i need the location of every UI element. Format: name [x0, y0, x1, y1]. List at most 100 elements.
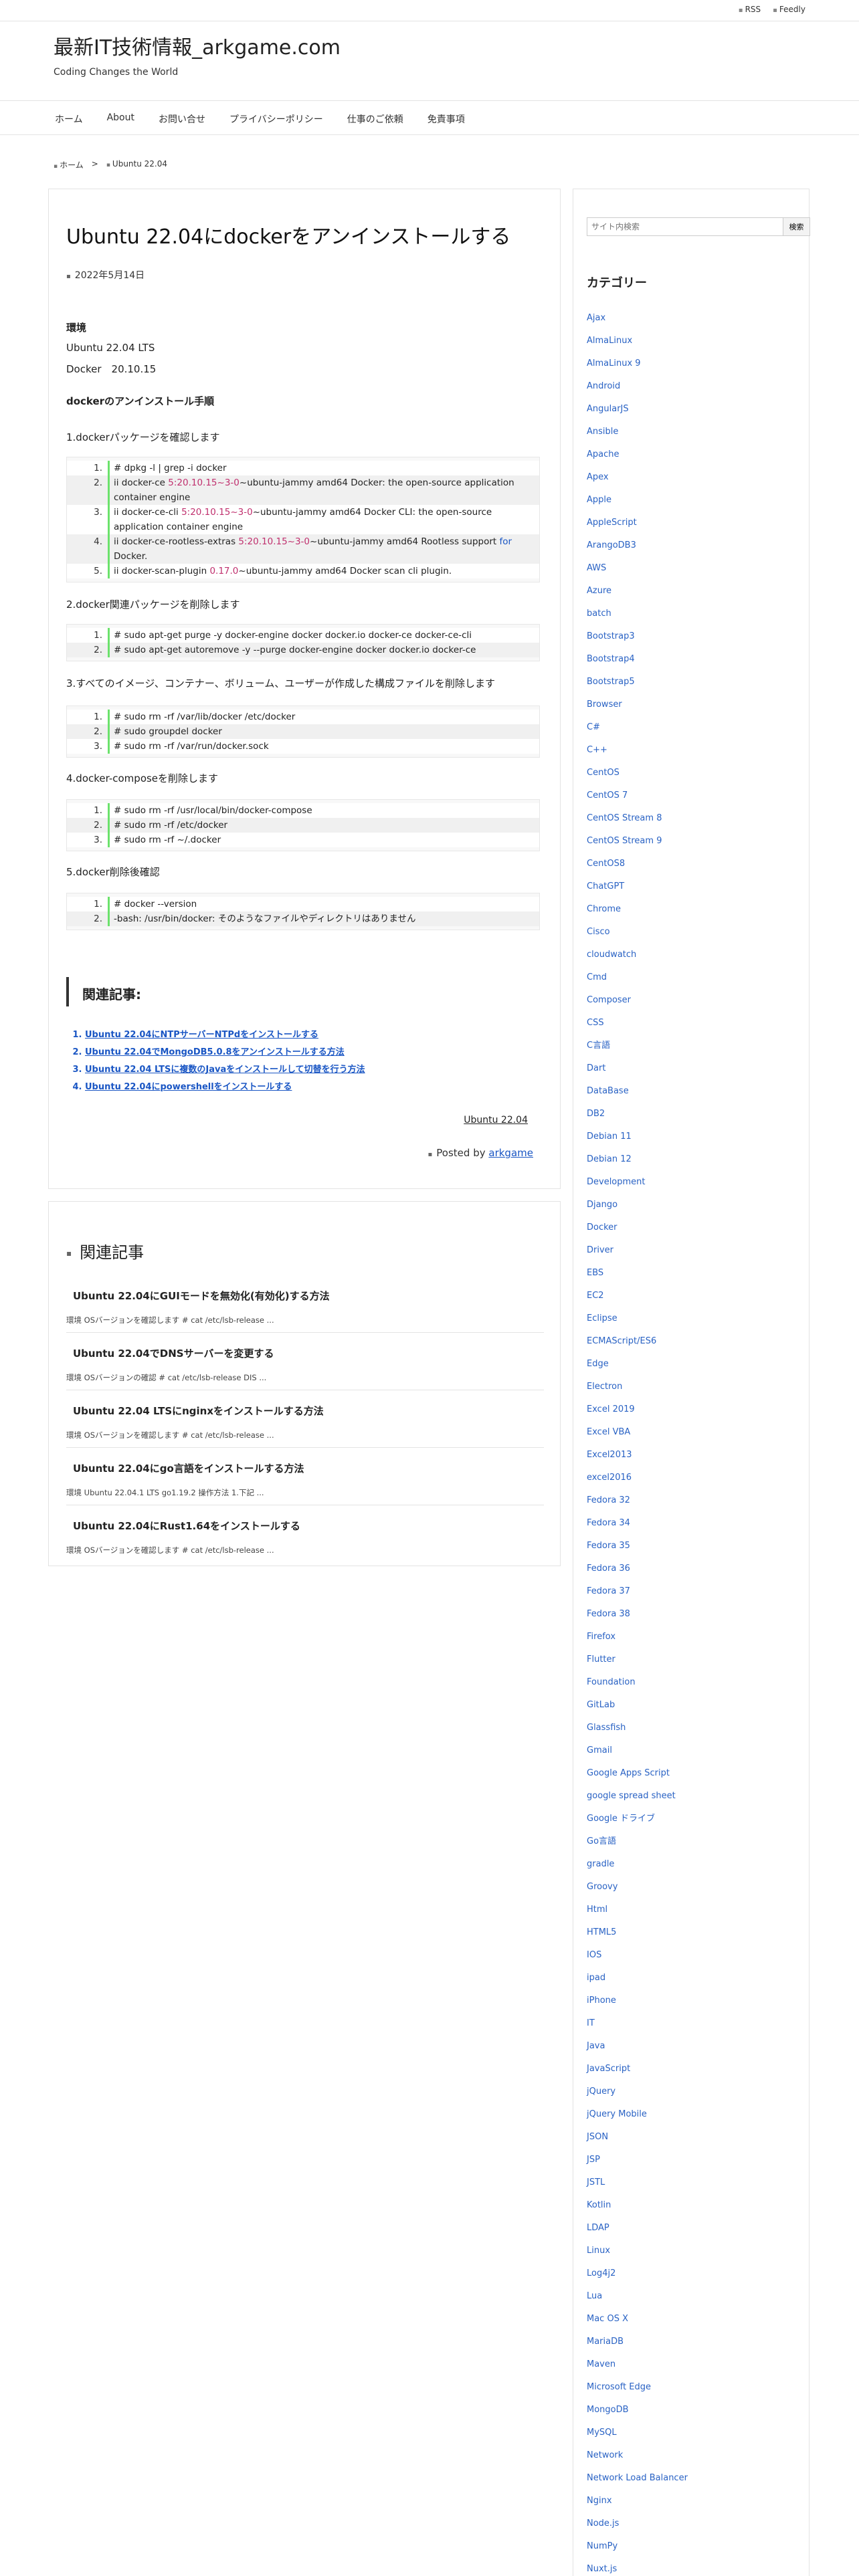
category-link[interactable]: Excel VBA — [587, 1421, 688, 1444]
category-link[interactable]: Fedora 37 — [587, 1580, 688, 1603]
related-post-item[interactable]: Ubuntu 22.04 LTSにnginxをインストールする方法 環境 OSバー… — [66, 1404, 544, 1448]
rss-link[interactable]: ▪ RSS — [739, 5, 761, 14]
nav-privacy[interactable]: プライバシーポリシー — [229, 112, 323, 126]
category-link[interactable]: Firefox — [587, 1626, 688, 1648]
category-link[interactable]: Groovy — [587, 1876, 688, 1899]
category-link[interactable]: Ansible — [587, 421, 688, 443]
category-link[interactable]: excel2016 — [587, 1467, 688, 1489]
category-link[interactable]: batch — [587, 603, 688, 625]
category-link[interactable]: CentOS — [587, 762, 688, 784]
category-link[interactable]: Driver — [587, 1239, 688, 1262]
category-link[interactable]: jQuery Mobile — [587, 2103, 688, 2126]
category-link[interactable]: gradle — [587, 1853, 688, 1876]
site-title[interactable]: 最新IT技術情報_arkgame.com — [54, 31, 341, 60]
nav-contact[interactable]: お問い合せ — [159, 112, 205, 126]
category-link[interactable]: jQuery — [587, 2080, 688, 2103]
category-link[interactable]: Mac OS X — [587, 2308, 688, 2331]
category-link[interactable]: JSON — [587, 2126, 688, 2149]
category-link[interactable]: AngularJS — [587, 398, 688, 421]
category-link[interactable]: Apex — [587, 466, 688, 489]
category-link[interactable]: Excel 2019 — [587, 1398, 688, 1421]
category-link[interactable]: Chrome — [587, 898, 688, 921]
category-link[interactable]: IOS — [587, 1944, 688, 1967]
category-link[interactable]: Glassfish — [587, 1717, 688, 1739]
category-link[interactable]: Browser — [587, 693, 688, 716]
category-link[interactable]: google spread sheet — [587, 1785, 688, 1808]
category-link[interactable]: Docker — [587, 1216, 688, 1239]
category-link[interactable]: Composer — [587, 989, 688, 1012]
category-link[interactable]: Electron — [587, 1376, 688, 1398]
related-link[interactable]: Ubuntu 22.04でMongoDB5.0.8をアンインストールする方法 — [85, 1044, 365, 1061]
category-link[interactable]: Log4j2 — [587, 2262, 688, 2285]
category-link[interactable]: DB2 — [587, 1103, 688, 1125]
category-link[interactable]: AppleScript — [587, 512, 688, 534]
post-tag[interactable]: Ubuntu 22.04 — [464, 1115, 528, 1125]
search-button[interactable]: 検索 — [783, 217, 810, 236]
category-link[interactable]: Android — [587, 375, 688, 398]
category-link[interactable]: ArangoDB3 — [587, 534, 688, 557]
category-link[interactable]: HTML5 — [587, 1921, 688, 1944]
category-link[interactable]: Bootstrap4 — [587, 648, 688, 671]
related-link[interactable]: Ubuntu 22.04にpowershellをインストールする — [85, 1079, 365, 1096]
related-link[interactable]: Ubuntu 22.04 LTSに複数のJavaをインストールして切替を行う方法 — [85, 1061, 365, 1079]
category-link[interactable]: CentOS8 — [587, 853, 688, 875]
category-link[interactable]: Excel2013 — [587, 1444, 688, 1467]
related-post-item[interactable]: Ubuntu 22.04にgo言語をインストールする方法 環境 Ubuntu 22… — [66, 1461, 544, 1505]
category-link[interactable]: ChatGPT — [587, 875, 688, 898]
category-link[interactable]: Flutter — [587, 1648, 688, 1671]
category-link[interactable]: Fedora 32 — [587, 1489, 688, 1512]
search-input[interactable] — [587, 217, 783, 236]
category-link[interactable]: DataBase — [587, 1080, 688, 1103]
category-link[interactable]: Bootstrap5 — [587, 671, 688, 693]
category-link[interactable]: Go言語 — [587, 1830, 688, 1853]
breadcrumb-current[interactable]: ▪ Ubuntu 22.04 — [106, 159, 167, 171]
category-link[interactable]: Network — [587, 2444, 688, 2467]
category-link[interactable]: Debian 12 — [587, 1148, 688, 1171]
category-link[interactable]: Fedora 34 — [587, 1512, 688, 1535]
category-link[interactable]: Apache — [587, 443, 688, 466]
category-link[interactable]: CentOS Stream 8 — [587, 807, 688, 830]
nav-about[interactable]: About — [107, 112, 134, 126]
category-link[interactable]: AlmaLinux 9 — [587, 352, 688, 375]
category-link[interactable]: CentOS 7 — [587, 784, 688, 807]
category-link[interactable]: Debian 11 — [587, 1125, 688, 1148]
category-link[interactable]: JSP — [587, 2149, 688, 2171]
category-link[interactable]: Development — [587, 1171, 688, 1194]
category-link[interactable]: LDAP — [587, 2217, 688, 2240]
category-link[interactable]: CentOS Stream 9 — [587, 830, 688, 853]
category-link[interactable]: Html — [587, 1899, 688, 1921]
category-link[interactable]: Linux — [587, 2240, 688, 2262]
category-link[interactable]: Cmd — [587, 966, 688, 989]
category-link[interactable]: Bootstrap3 — [587, 625, 688, 648]
category-link[interactable]: Network Load Balancer — [587, 2467, 688, 2490]
category-link[interactable]: MySQL — [587, 2422, 688, 2444]
related-post-item[interactable]: Ubuntu 22.04にRust1.64をインストールする 環境 OSバージョン… — [66, 1519, 544, 1562]
category-link[interactable]: Cisco — [587, 921, 688, 944]
nav-disclaimer[interactable]: 免責事項 — [427, 112, 465, 126]
category-link[interactable]: Google Apps Script — [587, 1762, 688, 1785]
category-link[interactable]: Fedora 38 — [587, 1603, 688, 1626]
category-link[interactable]: Java — [587, 2035, 688, 2058]
nav-home[interactable]: ホーム — [55, 112, 83, 126]
category-link[interactable]: cloudwatch — [587, 944, 688, 966]
category-link[interactable]: MariaDB — [587, 2331, 688, 2353]
related-link[interactable]: Ubuntu 22.04にNTPサーバーNTPdをインストールする — [85, 1027, 365, 1044]
category-link[interactable]: JavaScript — [587, 2058, 688, 2080]
category-link[interactable]: C# — [587, 716, 688, 739]
category-link[interactable]: CSS — [587, 1012, 688, 1035]
category-link[interactable]: NumPy — [587, 2535, 688, 2558]
category-link[interactable]: iPhone — [587, 1990, 688, 2012]
category-link[interactable]: Microsoft Edge — [587, 2376, 688, 2399]
category-link[interactable]: JSTL — [587, 2171, 688, 2194]
category-link[interactable]: Django — [587, 1194, 688, 1216]
category-link[interactable]: MongoDB — [587, 2399, 688, 2422]
category-link[interactable]: ipad — [587, 1967, 688, 1990]
breadcrumb-home[interactable]: ▪ ホーム — [54, 159, 84, 171]
category-link[interactable]: Nginx — [587, 2490, 688, 2512]
feedly-link[interactable]: ▪ Feedly — [773, 5, 805, 14]
category-link[interactable]: Kotlin — [587, 2194, 688, 2217]
category-link[interactable]: Maven — [587, 2353, 688, 2376]
category-link[interactable]: EC2 — [587, 1285, 688, 1307]
category-link[interactable]: Edge — [587, 1353, 688, 1376]
category-link[interactable]: Node.js — [587, 2512, 688, 2535]
